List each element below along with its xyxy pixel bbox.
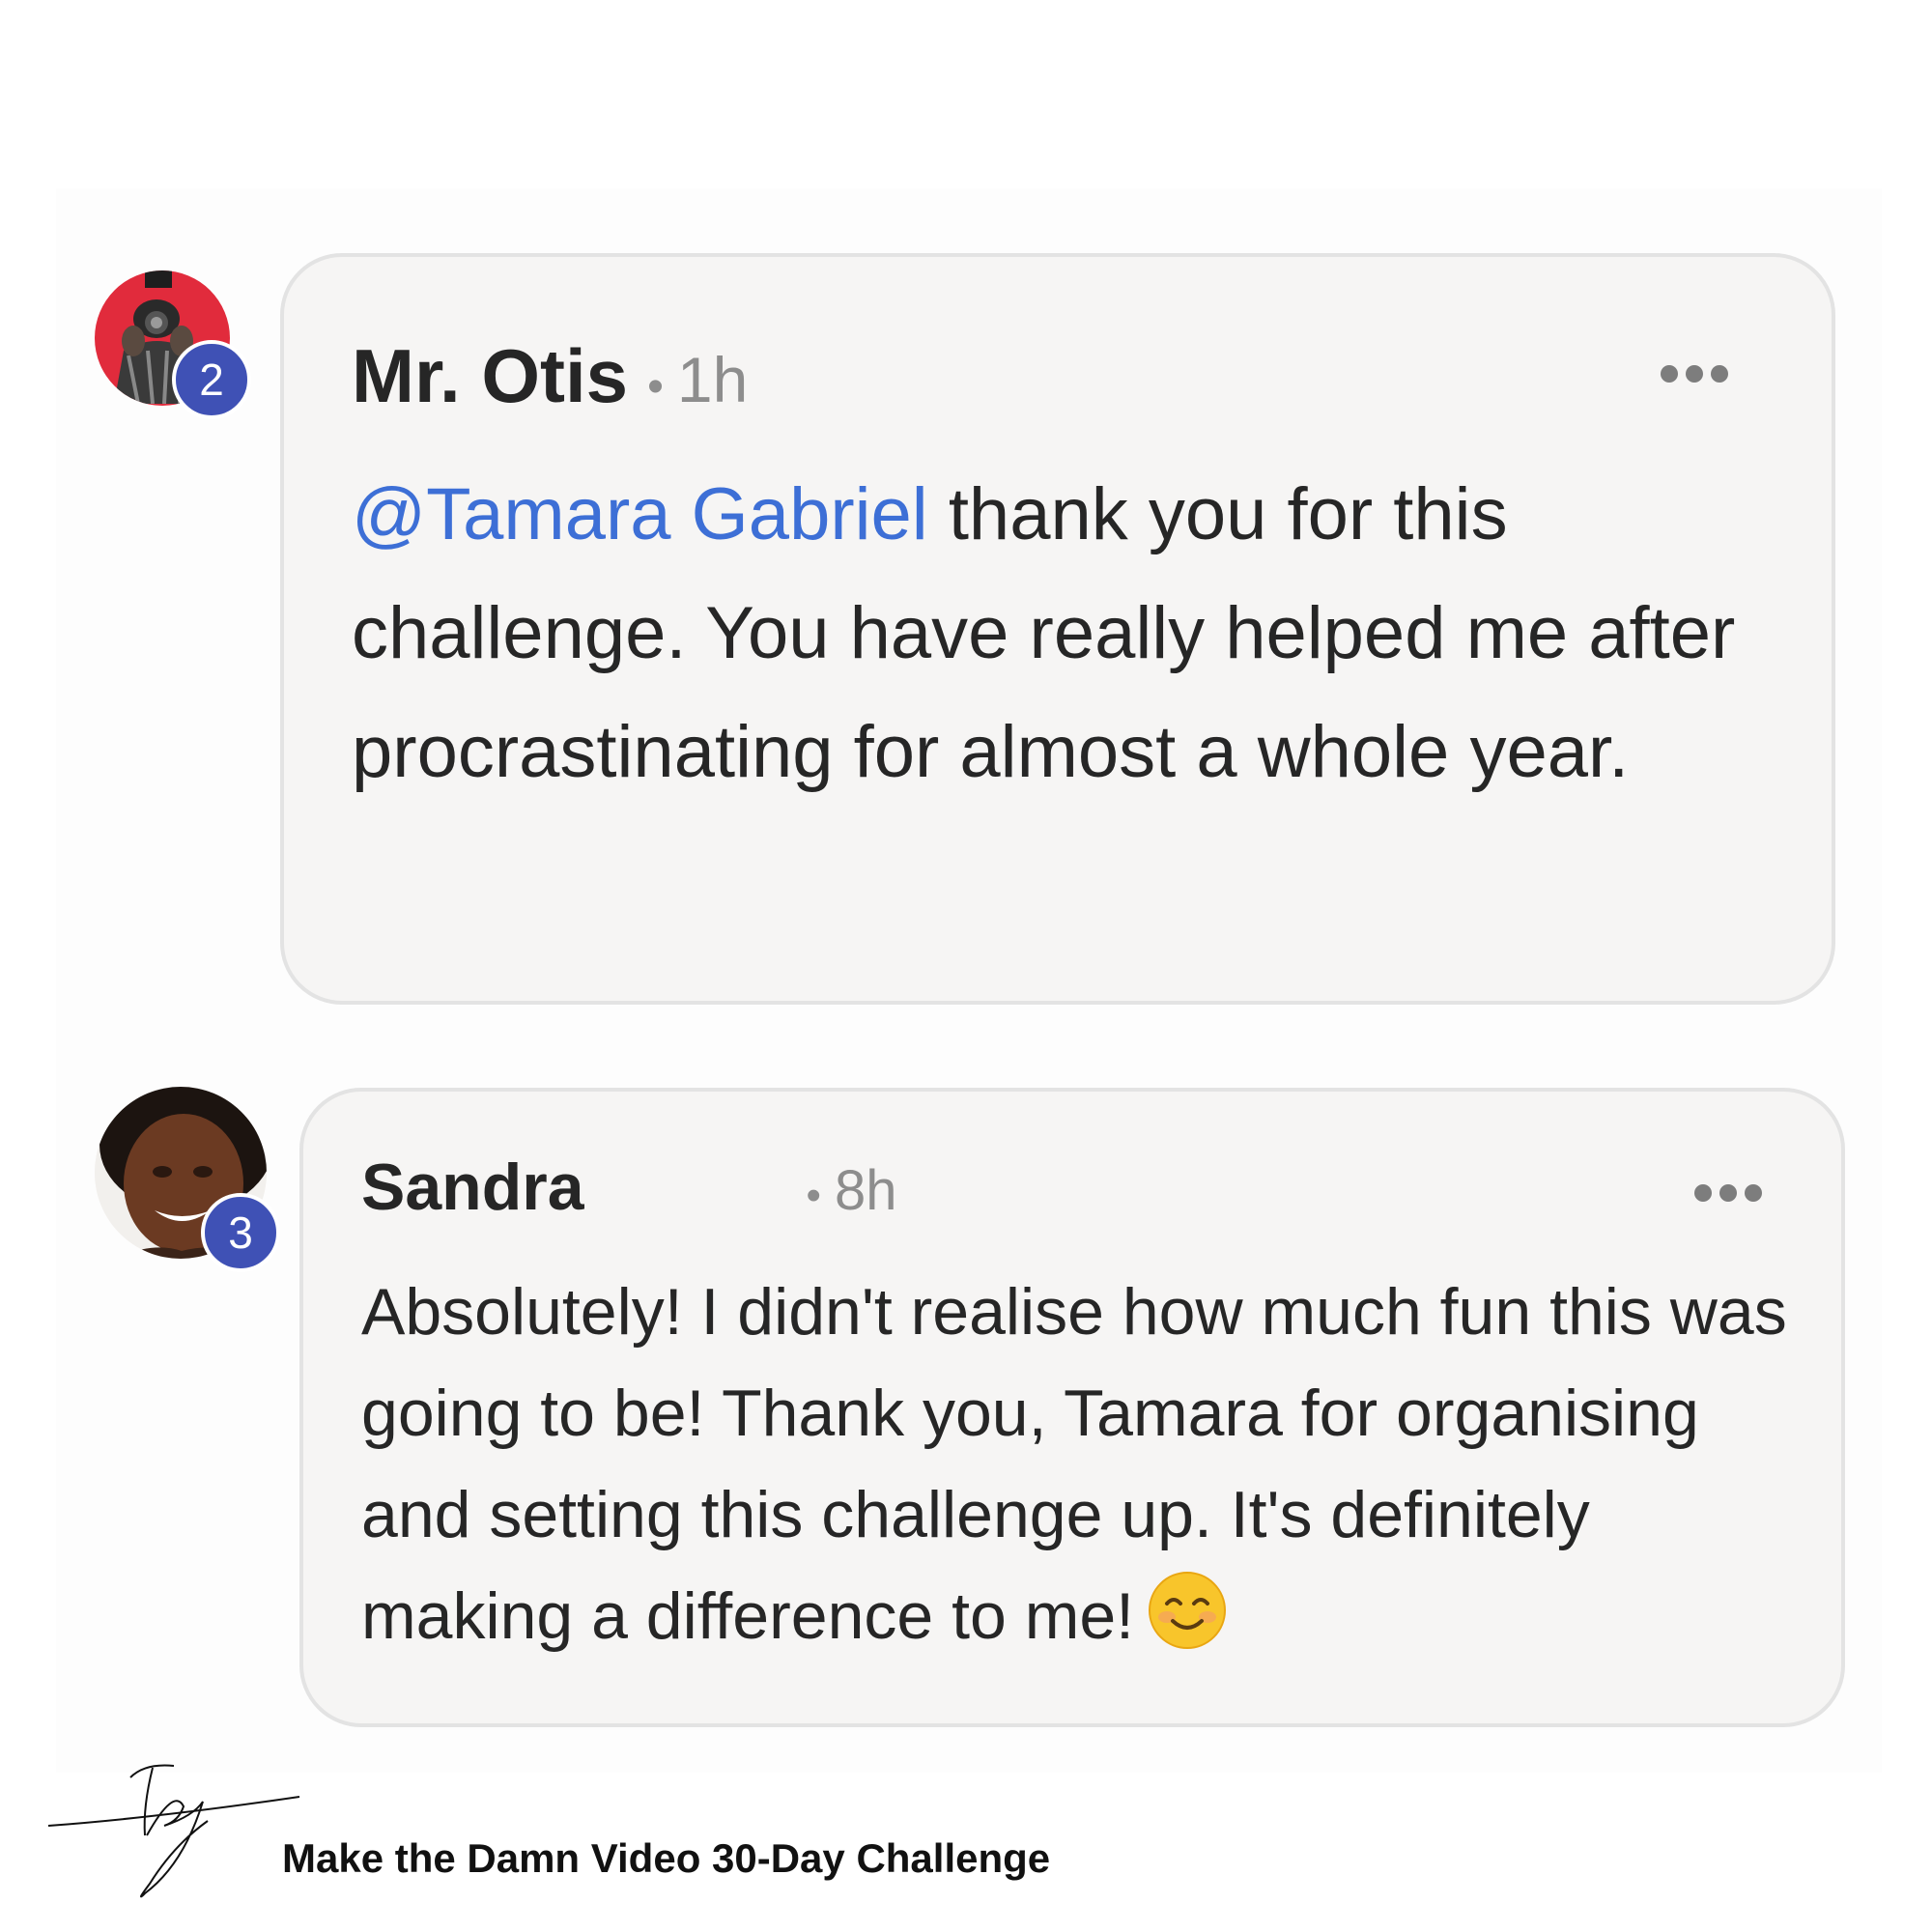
avatar[interactable]: 2 — [95, 251, 259, 425]
author-name[interactable]: Mr. Otis — [352, 332, 628, 420]
separator-dot: • — [806, 1172, 821, 1219]
smiling-face-icon — [1148, 1571, 1227, 1679]
comment-body: Absolutely! I didn't realise how much fu… — [361, 1275, 1787, 1653]
more-options-icon[interactable] — [1694, 1184, 1762, 1202]
avatar[interactable]: 3 — [95, 1087, 288, 1280]
more-options-icon[interactable] — [1661, 365, 1728, 383]
notification-badge: 3 — [201, 1193, 280, 1272]
comment-bubble: Mr. Otis • 1h @Tamara Gabriel thank you … — [280, 253, 1835, 1005]
comment-header: Mr. Otis • 1h — [352, 332, 748, 420]
user-mention[interactable]: @Tamara Gabriel — [352, 473, 928, 555]
comment-header: Sandra • 8h — [361, 1150, 896, 1225]
author-name[interactable]: Sandra — [361, 1150, 584, 1225]
separator-dot: • — [647, 361, 664, 412]
comment-bubble: Sandra • 8h Absolutely! I didn't realise… — [299, 1088, 1845, 1727]
timestamp[interactable]: 8h — [835, 1158, 897, 1223]
timestamp[interactable]: 1h — [677, 343, 748, 416]
footer-title: Make the Damn Video 30-Day Challenge — [282, 1835, 1051, 1881]
comment-text: Absolutely! I didn't realise how much fu… — [361, 1262, 1791, 1679]
comment-text: @Tamara Gabriel thank you for this chall… — [352, 455, 1772, 811]
notification-badge: 2 — [172, 340, 251, 419]
